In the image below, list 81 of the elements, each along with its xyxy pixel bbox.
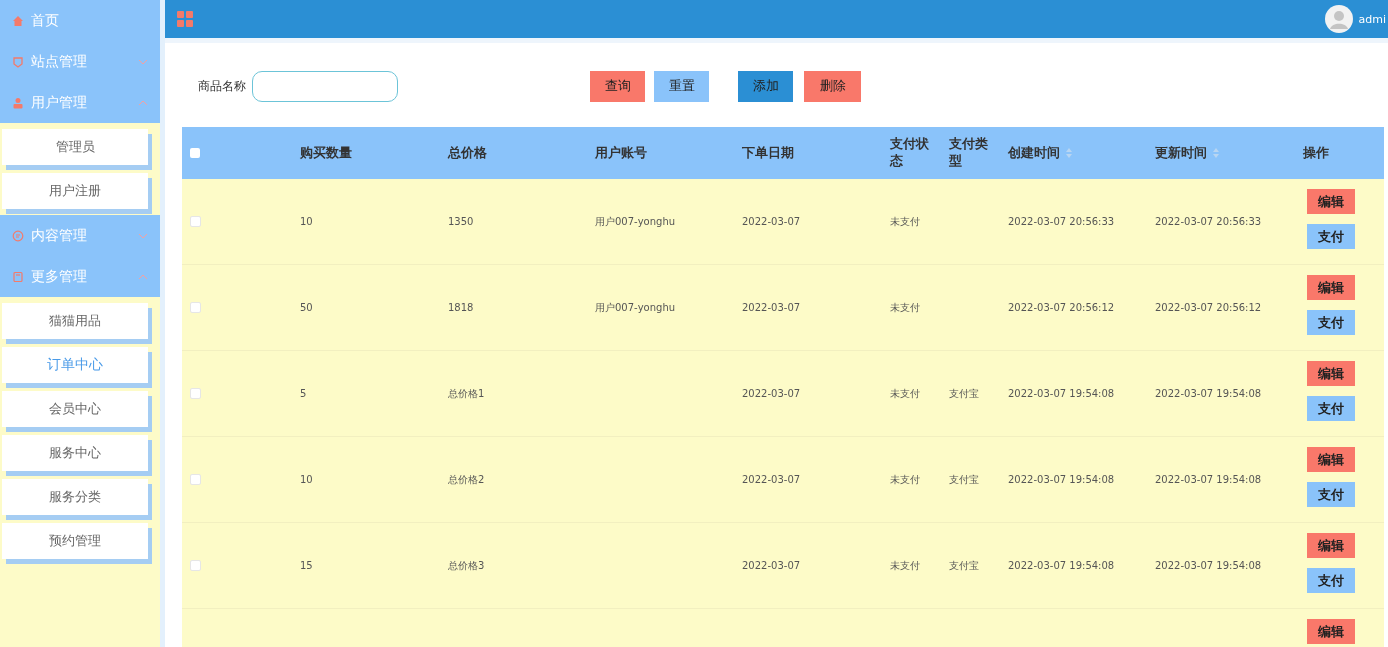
pay-button[interactable]: 支付 <box>1307 224 1355 249</box>
table-cell: 1350 <box>448 216 474 227</box>
row-checkbox[interactable] <box>190 216 201 227</box>
chat-icon <box>12 229 24 242</box>
table-cell: 支付宝 <box>949 472 979 487</box>
field-label: 商品名称 <box>198 77 246 95</box>
edit-button[interactable]: 编辑 <box>1307 447 1355 472</box>
row-checkbox[interactable] <box>190 474 201 485</box>
edit-button[interactable]: 编辑 <box>1307 275 1355 300</box>
chevron-down-icon <box>138 232 148 239</box>
table-cell: 支付宝 <box>949 386 979 401</box>
document-icon <box>12 270 24 283</box>
table-cell: 未支付 <box>890 214 920 229</box>
column-header: 购买数量 <box>300 144 352 162</box>
table-cell: 5 <box>300 388 307 399</box>
table-cell: 未支付 <box>890 386 920 401</box>
table-cell: 用户007-yonghu <box>595 214 676 229</box>
table-cell: 2022-03-07 19:54:08 <box>1155 560 1262 571</box>
shield-icon <box>12 55 24 68</box>
user-icon <box>12 96 24 109</box>
pay-button[interactable]: 支付 <box>1307 568 1355 593</box>
table-cell: 2022-03-07 <box>742 302 801 313</box>
grid-icon[interactable] <box>177 11 193 27</box>
table-cell: 15 <box>300 560 313 571</box>
chevron-up-icon <box>138 273 148 280</box>
delete-button[interactable]: 删除 <box>804 70 861 102</box>
table-cell: 总价格3 <box>448 558 485 573</box>
edit-button[interactable]: 编辑 <box>1307 189 1355 214</box>
table-cell: 2022-03-07 20:56:33 <box>1008 216 1115 227</box>
column-header: 总价格 <box>448 144 487 162</box>
user-name[interactable]: admi <box>1358 12 1386 26</box>
add-button[interactable]: 添加 <box>738 70 793 102</box>
table-cell: 2022-03-07 20:56:12 <box>1155 302 1262 313</box>
chevron-up-icon <box>138 99 148 106</box>
table-cell: 1818 <box>448 302 474 313</box>
avatar-icon[interactable] <box>1324 5 1353 33</box>
table-cell: 未支付 <box>890 558 920 573</box>
pay-button[interactable]: 支付 <box>1307 482 1355 507</box>
table-cell: 2022-03-07 19:54:08 <box>1155 474 1262 485</box>
pay-button[interactable]: 支付 <box>1307 310 1355 335</box>
table-cell: 支付宝 <box>949 558 979 573</box>
input-field[interactable] <box>252 70 398 102</box>
edit-button[interactable]: 编辑 <box>1307 533 1355 558</box>
sort-icon[interactable] <box>1213 148 1219 158</box>
row-checkbox[interactable] <box>190 388 201 399</box>
column-header: 支付状态 <box>890 136 930 170</box>
sort-icon[interactable] <box>1066 148 1072 158</box>
pay-button[interactable]: 支付 <box>1307 396 1355 421</box>
table-cell: 2022-03-07 20:56:12 <box>1008 302 1115 313</box>
table-cell: 总价格1 <box>448 386 485 401</box>
table-cell: 总价格2 <box>448 472 485 487</box>
edit-button[interactable]: 编辑 <box>1307 619 1355 644</box>
table-cell: 未支付 <box>890 472 920 487</box>
row-checkbox[interactable] <box>190 560 201 571</box>
table-cell: 2022-03-07 <box>742 560 801 571</box>
column-header: 更新时间 <box>1155 144 1207 162</box>
column-header: 支付类型 <box>949 136 989 170</box>
home-icon <box>12 14 24 27</box>
table-cell: 2022-03-07 19:54:08 <box>1008 388 1115 399</box>
select-all-checkbox[interactable] <box>190 148 200 158</box>
table-cell: 50 <box>300 302 313 313</box>
table-cell: 2022-03-07 <box>742 388 801 399</box>
table-cell: 用户007-yonghu <box>595 300 676 315</box>
chevron-down-icon <box>138 58 148 65</box>
table-cell: 2022-03-07 20:56:33 <box>1155 216 1262 227</box>
query-button[interactable]: 查询 <box>590 70 645 102</box>
table-cell: 2022-03-07 19:54:08 <box>1008 474 1115 485</box>
column-header: 下单日期 <box>742 144 794 162</box>
table-cell: 2022-03-07 <box>742 216 801 227</box>
table-cell: 10 <box>300 216 313 227</box>
column-header: 创建时间 <box>1008 144 1060 162</box>
table-cell: 未支付 <box>890 300 920 315</box>
reset-button[interactable]: 重置 <box>654 70 709 102</box>
table-cell: 10 <box>300 474 313 485</box>
column-header: 操作 <box>1303 144 1329 162</box>
table-cell: 2022-03-07 <box>742 474 801 485</box>
edit-button[interactable]: 编辑 <box>1307 361 1355 386</box>
row-checkbox[interactable] <box>190 302 201 313</box>
table-cell: 2022-03-07 19:54:08 <box>1155 388 1262 399</box>
column-header: 用户账号 <box>595 144 647 162</box>
table-cell: 2022-03-07 19:54:08 <box>1008 560 1115 571</box>
